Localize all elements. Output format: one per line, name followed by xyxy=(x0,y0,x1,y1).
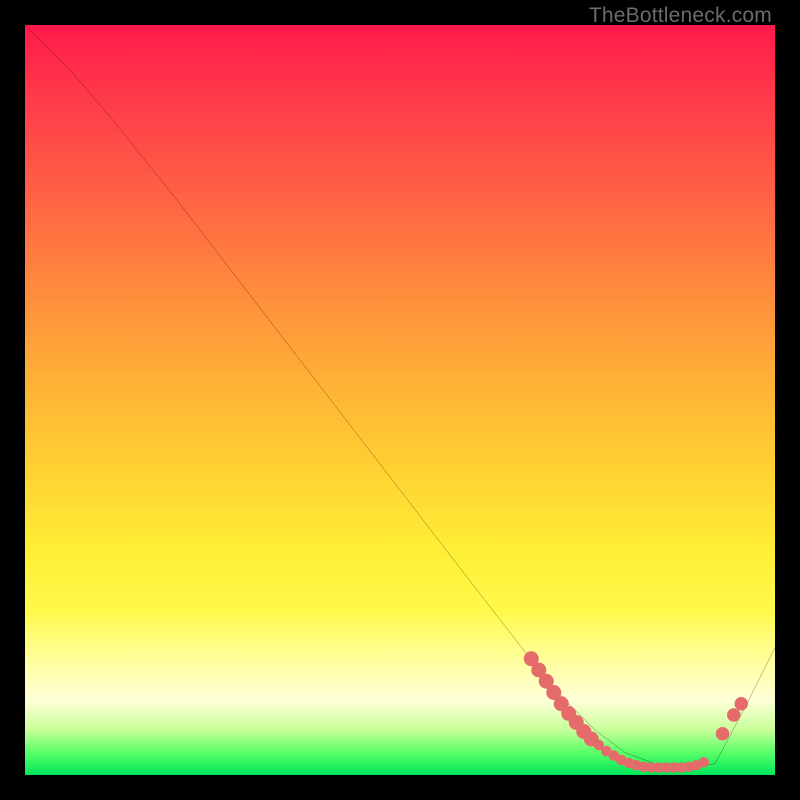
watermark-text: TheBottleneck.com xyxy=(589,4,772,28)
plot-area xyxy=(25,25,775,775)
chart-stage: TheBottleneck.com xyxy=(0,0,800,800)
curve-layer xyxy=(25,25,775,775)
curve-marker xyxy=(727,708,741,722)
curve-marker xyxy=(735,697,749,711)
bottleneck-curve xyxy=(25,25,775,768)
curve-marker xyxy=(699,757,710,768)
curve-marker xyxy=(716,727,730,741)
curve-markers xyxy=(524,651,748,773)
